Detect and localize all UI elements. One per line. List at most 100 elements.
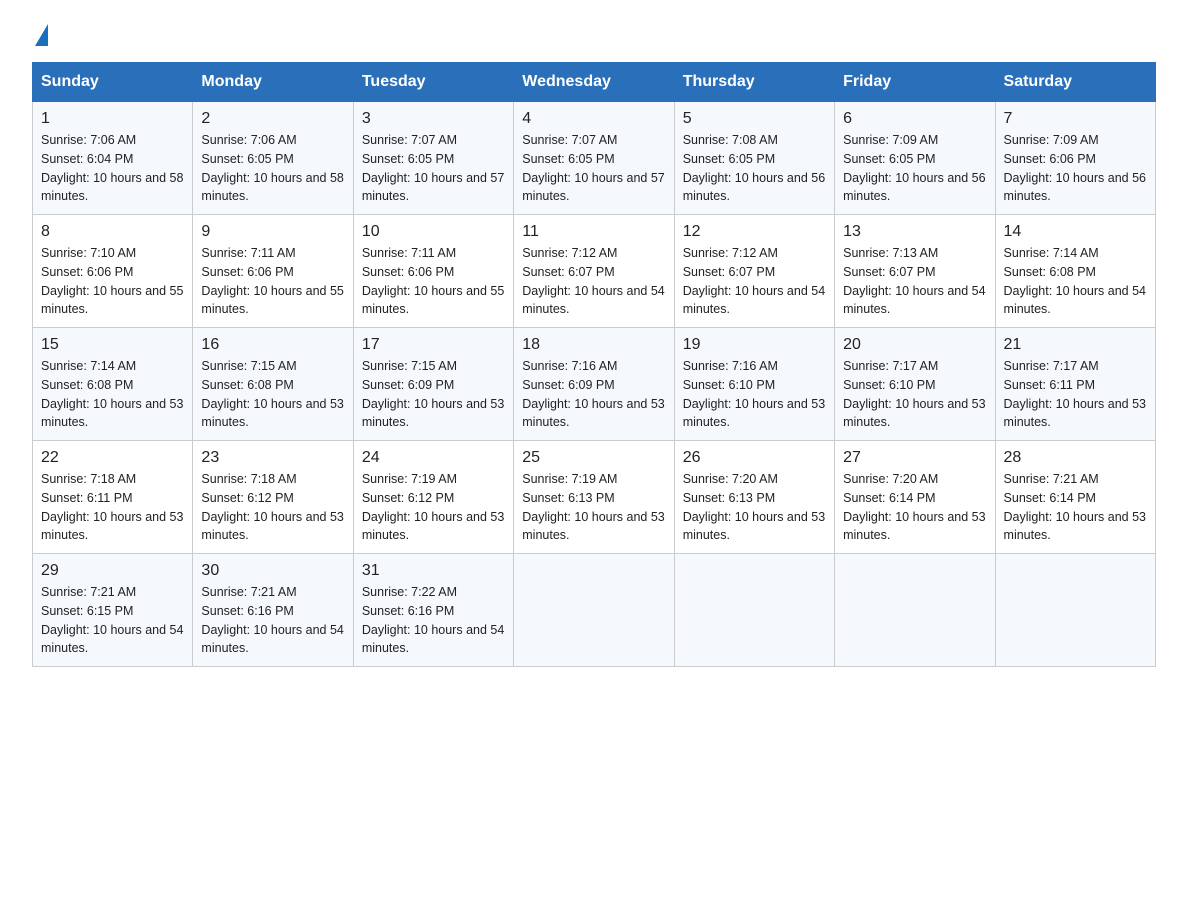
calendar-week-row: 15 Sunrise: 7:14 AMSunset: 6:08 PMDayligh… <box>33 328 1156 441</box>
day-number: 21 <box>1004 336 1147 354</box>
calendar-week-row: 29 Sunrise: 7:21 AMSunset: 6:15 PMDayligh… <box>33 554 1156 667</box>
calendar-cell: 25 Sunrise: 7:19 AMSunset: 6:13 PMDayligh… <box>514 441 674 554</box>
calendar-cell: 5 Sunrise: 7:08 AMSunset: 6:05 PMDaylight… <box>674 102 834 215</box>
calendar-week-row: 1Sunrise: 7:06 AMSunset: 6:04 PMDaylight… <box>33 102 1156 215</box>
calendar-cell: 18Sunrise: 7:16 AMSunset: 6:09 PMDayligh… <box>514 328 674 441</box>
day-number: 12 <box>683 223 826 241</box>
logo-triangle-icon <box>35 24 48 46</box>
calendar-table: SundayMondayTuesdayWednesdayThursdayFrid… <box>32 62 1156 667</box>
calendar-cell: 22 Sunrise: 7:18 AMSunset: 6:11 PMDayligh… <box>33 441 193 554</box>
day-number: 17 <box>362 336 505 354</box>
day-info: Sunrise: 7:17 AMSunset: 6:11 PMDaylight:… <box>1004 357 1147 432</box>
day-number: 26 <box>683 449 826 467</box>
day-number: 4 <box>522 110 665 128</box>
day-number: 25 <box>522 449 665 467</box>
day-number: 13 <box>843 223 986 241</box>
day-number: 6 <box>843 110 986 128</box>
calendar-cell: 11 Sunrise: 7:12 AMSunset: 6:07 PMDayligh… <box>514 215 674 328</box>
calendar-cell: 31 Sunrise: 7:22 AMSunset: 6:16 PMDayligh… <box>353 554 513 667</box>
calendar-cell: 29 Sunrise: 7:21 AMSunset: 6:15 PMDayligh… <box>33 554 193 667</box>
day-number: 3 <box>362 110 505 128</box>
calendar-cell <box>835 554 995 667</box>
day-info: Sunrise: 7:16 AMSunset: 6:10 PMDaylight:… <box>683 357 826 432</box>
header-friday: Friday <box>835 63 995 102</box>
day-number: 5 <box>683 110 826 128</box>
calendar-cell <box>674 554 834 667</box>
day-info: Sunrise: 7:17 AMSunset: 6:10 PMDaylight:… <box>843 357 986 432</box>
calendar-cell: 7Sunrise: 7:09 AMSunset: 6:06 PMDaylight… <box>995 102 1155 215</box>
day-info: Sunrise: 7:19 AMSunset: 6:13 PMDaylight:… <box>522 470 665 545</box>
calendar-cell: 14Sunrise: 7:14 AMSunset: 6:08 PMDayligh… <box>995 215 1155 328</box>
day-info: Sunrise: 7:19 AMSunset: 6:12 PMDaylight:… <box>362 470 505 545</box>
day-number: 31 <box>362 562 505 580</box>
day-info: Sunrise: 7:11 AMSunset: 6:06 PMDaylight:… <box>201 244 344 319</box>
day-info: Sunrise: 7:20 AMSunset: 6:14 PMDaylight:… <box>843 470 986 545</box>
day-info: Sunrise: 7:10 AMSunset: 6:06 PMDaylight:… <box>41 244 184 319</box>
day-number: 16 <box>201 336 344 354</box>
calendar-cell: 26 Sunrise: 7:20 AMSunset: 6:13 PMDayligh… <box>674 441 834 554</box>
day-number: 30 <box>201 562 344 580</box>
day-info: Sunrise: 7:09 AMSunset: 6:06 PMDaylight:… <box>1004 131 1147 206</box>
day-number: 11 <box>522 223 665 241</box>
calendar-cell: 17 Sunrise: 7:15 AMSunset: 6:09 PMDayligh… <box>353 328 513 441</box>
header-tuesday: Tuesday <box>353 63 513 102</box>
day-info: Sunrise: 7:07 AMSunset: 6:05 PMDaylight:… <box>362 131 505 206</box>
day-info: Sunrise: 7:08 AMSunset: 6:05 PMDaylight:… <box>683 131 826 206</box>
calendar-cell: 6 Sunrise: 7:09 AMSunset: 6:05 PMDaylight… <box>835 102 995 215</box>
day-info: Sunrise: 7:06 AMSunset: 6:04 PMDaylight:… <box>41 131 184 206</box>
day-number: 9 <box>201 223 344 241</box>
day-info: Sunrise: 7:11 AMSunset: 6:06 PMDaylight:… <box>362 244 505 319</box>
calendar-cell: 28Sunrise: 7:21 AMSunset: 6:14 PMDayligh… <box>995 441 1155 554</box>
day-info: Sunrise: 7:07 AMSunset: 6:05 PMDaylight:… <box>522 131 665 206</box>
day-info: Sunrise: 7:18 AMSunset: 6:11 PMDaylight:… <box>41 470 184 545</box>
day-info: Sunrise: 7:18 AMSunset: 6:12 PMDaylight:… <box>201 470 344 545</box>
calendar-cell: 9 Sunrise: 7:11 AMSunset: 6:06 PMDaylight… <box>193 215 353 328</box>
calendar-cell: 16 Sunrise: 7:15 AMSunset: 6:08 PMDayligh… <box>193 328 353 441</box>
calendar-cell: 13 Sunrise: 7:13 AMSunset: 6:07 PMDayligh… <box>835 215 995 328</box>
calendar-cell: 3 Sunrise: 7:07 AMSunset: 6:05 PMDaylight… <box>353 102 513 215</box>
day-number: 27 <box>843 449 986 467</box>
header-thursday: Thursday <box>674 63 834 102</box>
day-number: 24 <box>362 449 505 467</box>
calendar-header-row: SundayMondayTuesdayWednesdayThursdayFrid… <box>33 63 1156 102</box>
calendar-cell: 23 Sunrise: 7:18 AMSunset: 6:12 PMDayligh… <box>193 441 353 554</box>
header-wednesday: Wednesday <box>514 63 674 102</box>
day-number: 10 <box>362 223 505 241</box>
calendar-cell: 8 Sunrise: 7:10 AMSunset: 6:06 PMDaylight… <box>33 215 193 328</box>
day-info: Sunrise: 7:15 AMSunset: 6:08 PMDaylight:… <box>201 357 344 432</box>
page-header <box>32 24 1156 46</box>
day-number: 8 <box>41 223 184 241</box>
day-number: 22 <box>41 449 184 467</box>
logo <box>32 24 48 46</box>
day-number: 15 <box>41 336 184 354</box>
day-info: Sunrise: 7:21 AMSunset: 6:16 PMDaylight:… <box>201 583 344 658</box>
header-sunday: Sunday <box>33 63 193 102</box>
calendar-cell: 12Sunrise: 7:12 AMSunset: 6:07 PMDayligh… <box>674 215 834 328</box>
day-number: 23 <box>201 449 344 467</box>
day-info: Sunrise: 7:09 AMSunset: 6:05 PMDaylight:… <box>843 131 986 206</box>
calendar-cell: 4 Sunrise: 7:07 AMSunset: 6:05 PMDaylight… <box>514 102 674 215</box>
day-info: Sunrise: 7:12 AMSunset: 6:07 PMDaylight:… <box>522 244 665 319</box>
calendar-cell: 24 Sunrise: 7:19 AMSunset: 6:12 PMDayligh… <box>353 441 513 554</box>
day-number: 2 <box>201 110 344 128</box>
calendar-cell: 27 Sunrise: 7:20 AMSunset: 6:14 PMDayligh… <box>835 441 995 554</box>
calendar-week-row: 22 Sunrise: 7:18 AMSunset: 6:11 PMDayligh… <box>33 441 1156 554</box>
day-info: Sunrise: 7:22 AMSunset: 6:16 PMDaylight:… <box>362 583 505 658</box>
header-saturday: Saturday <box>995 63 1155 102</box>
day-info: Sunrise: 7:06 AMSunset: 6:05 PMDaylight:… <box>201 131 344 206</box>
calendar-week-row: 8 Sunrise: 7:10 AMSunset: 6:06 PMDaylight… <box>33 215 1156 328</box>
calendar-cell: 21 Sunrise: 7:17 AMSunset: 6:11 PMDayligh… <box>995 328 1155 441</box>
day-number: 18 <box>522 336 665 354</box>
calendar-cell: 20 Sunrise: 7:17 AMSunset: 6:10 PMDayligh… <box>835 328 995 441</box>
day-info: Sunrise: 7:14 AMSunset: 6:08 PMDaylight:… <box>41 357 184 432</box>
calendar-cell: 2 Sunrise: 7:06 AMSunset: 6:05 PMDaylight… <box>193 102 353 215</box>
header-monday: Monday <box>193 63 353 102</box>
day-number: 28 <box>1004 449 1147 467</box>
day-info: Sunrise: 7:15 AMSunset: 6:09 PMDaylight:… <box>362 357 505 432</box>
day-info: Sunrise: 7:20 AMSunset: 6:13 PMDaylight:… <box>683 470 826 545</box>
day-info: Sunrise: 7:21 AMSunset: 6:15 PMDaylight:… <box>41 583 184 658</box>
day-number: 29 <box>41 562 184 580</box>
day-info: Sunrise: 7:13 AMSunset: 6:07 PMDaylight:… <box>843 244 986 319</box>
day-number: 20 <box>843 336 986 354</box>
day-number: 19 <box>683 336 826 354</box>
